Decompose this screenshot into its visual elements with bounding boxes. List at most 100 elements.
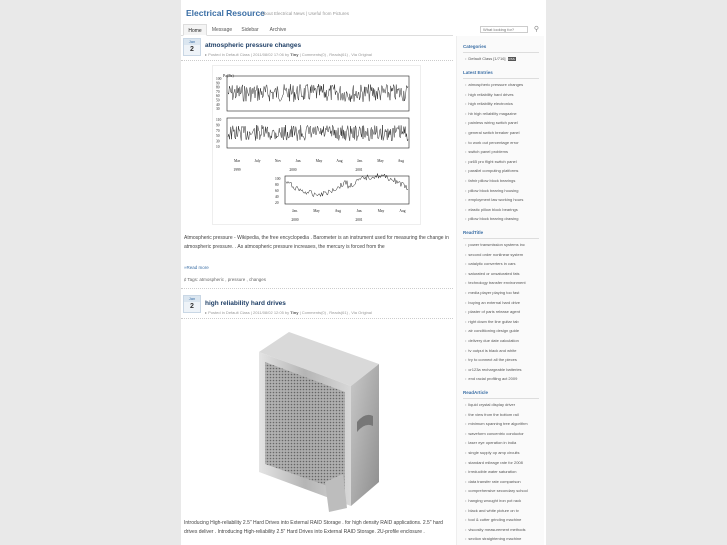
read-article-link-label[interactable]: black and white picture on tv — [468, 508, 518, 513]
latest-entry-link[interactable]: • elastic pillow block bearings — [465, 207, 518, 212]
category-label[interactable]: Default Class [1/716] — [468, 56, 505, 61]
post-tags-text[interactable]: Tags: atmospheric , pressure , changes — [187, 277, 266, 282]
latest-entry-link[interactable]: • high reliability hard drives — [465, 92, 514, 97]
post-title[interactable]: high reliability hard drives — [205, 300, 286, 307]
read-article-link[interactable]: • viscosity measurement methods — [465, 527, 526, 532]
read-article-link-label[interactable]: single supply op amp circuits — [468, 450, 519, 455]
read-article-link-label[interactable]: section straightening machine — [468, 536, 521, 541]
read-title-link[interactable]: • cr123a rechargeable batteries — [465, 367, 522, 372]
read-title-link-label[interactable]: air conditioning design guide — [468, 328, 519, 333]
search-input[interactable] — [480, 26, 528, 33]
nav-sidebar[interactable]: Sidebar — [237, 24, 263, 36]
read-more-link[interactable]: »Read more — [184, 265, 209, 270]
read-article-link-label[interactable]: liquid crystal display driver — [468, 402, 515, 407]
read-title-link-label[interactable]: try to connect all the pieces — [468, 357, 516, 362]
read-title-link[interactable]: • try to connect all the pieces — [465, 357, 517, 362]
read-title-link[interactable]: • media player playing too fast — [465, 290, 519, 295]
read-article-link[interactable]: • hanging wrought iron pot rack — [465, 498, 521, 503]
read-article-link-label[interactable]: laser eye operation in india — [468, 440, 516, 445]
read-article-link[interactable]: • single supply op amp circuits — [465, 450, 520, 455]
read-article-link-label[interactable]: data transfer rate comparison — [468, 479, 520, 484]
read-article-link[interactable]: • laser eye operation in india — [465, 440, 516, 445]
latest-entry-link-label[interactable]: general switch breaker panel — [468, 130, 519, 135]
read-title-link-label[interactable]: delivery due date calculation — [468, 338, 518, 343]
read-article-link[interactable]: • tool & cutter grinding machine — [465, 517, 521, 522]
post-author[interactable]: Tiny — [290, 310, 298, 315]
latest-entry-link-label[interactable]: high reliability electronics — [468, 101, 512, 106]
latest-entry-link-label[interactable]: switch panel problems — [468, 149, 508, 154]
read-article-link[interactable]: • waveform concentric conductor — [465, 431, 524, 436]
latest-entry-link-label[interactable]: painless wiring switch panel — [468, 120, 517, 125]
read-title-link-label[interactable]: right down the line guitar tab — [468, 319, 518, 324]
read-title-link[interactable]: • power transmission systems inc — [465, 242, 525, 247]
category-default-class[interactable]: • Default Class [1/716] RSS — [465, 56, 516, 61]
nav-message[interactable]: Message — [209, 24, 235, 36]
latest-entry-link-label[interactable]: pillow block bearing drawing — [468, 216, 518, 221]
latest-entry-link[interactable]: • employment law working hours — [465, 197, 523, 202]
latest-entry-link-label[interactable]: parallel computing platforms — [468, 168, 518, 173]
read-article-link-label[interactable]: standard mileage rate for 2008 — [468, 460, 522, 465]
read-article-link[interactable]: • the view from the bottom rail — [465, 412, 519, 417]
search-icon[interactable]: ⚲ — [532, 25, 541, 34]
latest-entry-link[interactable]: • general switch breaker panel — [465, 130, 520, 135]
post-meta-suffix[interactable]: | Comments(0) , Reads(61) , Via Original — [300, 52, 372, 57]
rss-icon[interactable]: RSS — [507, 57, 516, 61]
read-title-link-label[interactable]: power transmission systems inc — [468, 242, 524, 247]
read-article-link[interactable]: • section straightening machine — [465, 536, 521, 541]
latest-entry-link-label[interactable]: elastic pillow block bearings — [468, 207, 517, 212]
latest-entry-link-label[interactable]: to work out percentage error — [468, 140, 518, 145]
read-article-link[interactable]: • irreducible water saturation — [465, 469, 516, 474]
latest-entry-link-label[interactable]: fafnir pillow block bearings — [468, 178, 515, 183]
latest-entry-link[interactable]: • hb high reliability magazine — [465, 111, 517, 116]
latest-entry-link-label[interactable]: high reliability hard drives — [468, 92, 513, 97]
read-title-link[interactable]: • catalytic converters in cars — [465, 261, 516, 266]
latest-entry-link-label[interactable]: pz65 pro flight switch panel — [468, 159, 516, 164]
read-title-link-label[interactable]: buying an external hard drive — [468, 300, 520, 305]
post-author[interactable]: Tiny — [290, 52, 298, 57]
post-meta-suffix[interactable]: | Comments(0) , Reads(61) , Via Original — [300, 310, 372, 315]
read-article-link[interactable]: • standard mileage rate for 2008 — [465, 460, 523, 465]
latest-entry-link-label[interactable]: employment law working hours — [468, 197, 523, 202]
read-article-link-label[interactable]: viscosity measurement methods — [468, 527, 525, 532]
read-article-link[interactable]: • black and white picture on tv — [465, 508, 519, 513]
read-article-link-label[interactable]: tool & cutter grinding machine — [468, 517, 521, 522]
read-title-link-label[interactable]: plaster of paris release agent — [468, 309, 520, 314]
latest-entry-link[interactable]: • high reliability electronics — [465, 101, 513, 106]
nav-home[interactable]: Home — [183, 24, 207, 36]
latest-entry-link[interactable]: • parallel computing platforms — [465, 168, 518, 173]
read-title-link-label[interactable]: technology transfer environment — [468, 280, 525, 285]
read-title-link-label[interactable]: second order nonlinear system — [468, 252, 523, 257]
read-article-link-label[interactable]: hanging wrought iron pot rack — [468, 498, 521, 503]
read-title-link[interactable]: • technology transfer environment — [465, 280, 526, 285]
read-title-link-label[interactable]: cr123a rechargeable batteries — [468, 367, 521, 372]
read-title-link-label[interactable]: saturated or unsaturated fats — [468, 271, 519, 276]
read-more-label[interactable]: Read more — [187, 265, 209, 270]
read-title-link[interactable]: • buying an external hard drive — [465, 300, 520, 305]
read-title-link[interactable]: • end racial profiling act 2009 — [465, 376, 517, 381]
read-title-link-label[interactable]: media player playing too fast — [468, 290, 519, 295]
read-article-link[interactable]: • minimum spanning tree algorithm — [465, 421, 528, 426]
latest-entry-link[interactable]: • pillow block bearing drawing — [465, 216, 518, 221]
read-article-link[interactable]: • liquid crystal display driver — [465, 402, 515, 407]
read-article-link-label[interactable]: the view from the bottom rail — [468, 412, 518, 417]
read-title-link[interactable]: • saturated or unsaturated fats — [465, 271, 520, 276]
read-article-link[interactable]: • data transfer rate comparison — [465, 479, 521, 484]
latest-entry-link-label[interactable]: hb high reliability magazine — [468, 111, 516, 116]
read-title-link-label[interactable]: catalytic converters in cars — [468, 261, 515, 266]
post-title[interactable]: atmospheric pressure changes — [205, 42, 301, 49]
read-article-link-label[interactable]: minimum spanning tree algorithm — [468, 421, 527, 426]
latest-entry-link[interactable]: • fafnir pillow block bearings — [465, 178, 515, 183]
latest-entry-link[interactable]: • switch panel problems — [465, 149, 508, 154]
latest-entry-link[interactable]: • pz65 pro flight switch panel — [465, 159, 517, 164]
read-article-link-label[interactable]: comprehensive secondary school — [468, 488, 527, 493]
read-title-link[interactable]: • air conditioning design guide — [465, 328, 519, 333]
read-article-link[interactable]: • comprehensive secondary school — [465, 488, 528, 493]
read-title-link[interactable]: • tv output is black and white — [465, 348, 516, 353]
read-title-link-label[interactable]: tv output is black and white — [468, 348, 516, 353]
latest-entry-link[interactable]: • to work out percentage error — [465, 140, 519, 145]
read-title-link[interactable]: • right down the line guitar tab — [465, 319, 519, 324]
read-article-link-label[interactable]: irreducible water saturation — [468, 469, 516, 474]
latest-entry-link[interactable]: • pillow block bearing housing — [465, 188, 518, 193]
site-title[interactable]: Electrical Resource — [186, 8, 265, 18]
read-title-link[interactable]: • plaster of paris release agent — [465, 309, 520, 314]
